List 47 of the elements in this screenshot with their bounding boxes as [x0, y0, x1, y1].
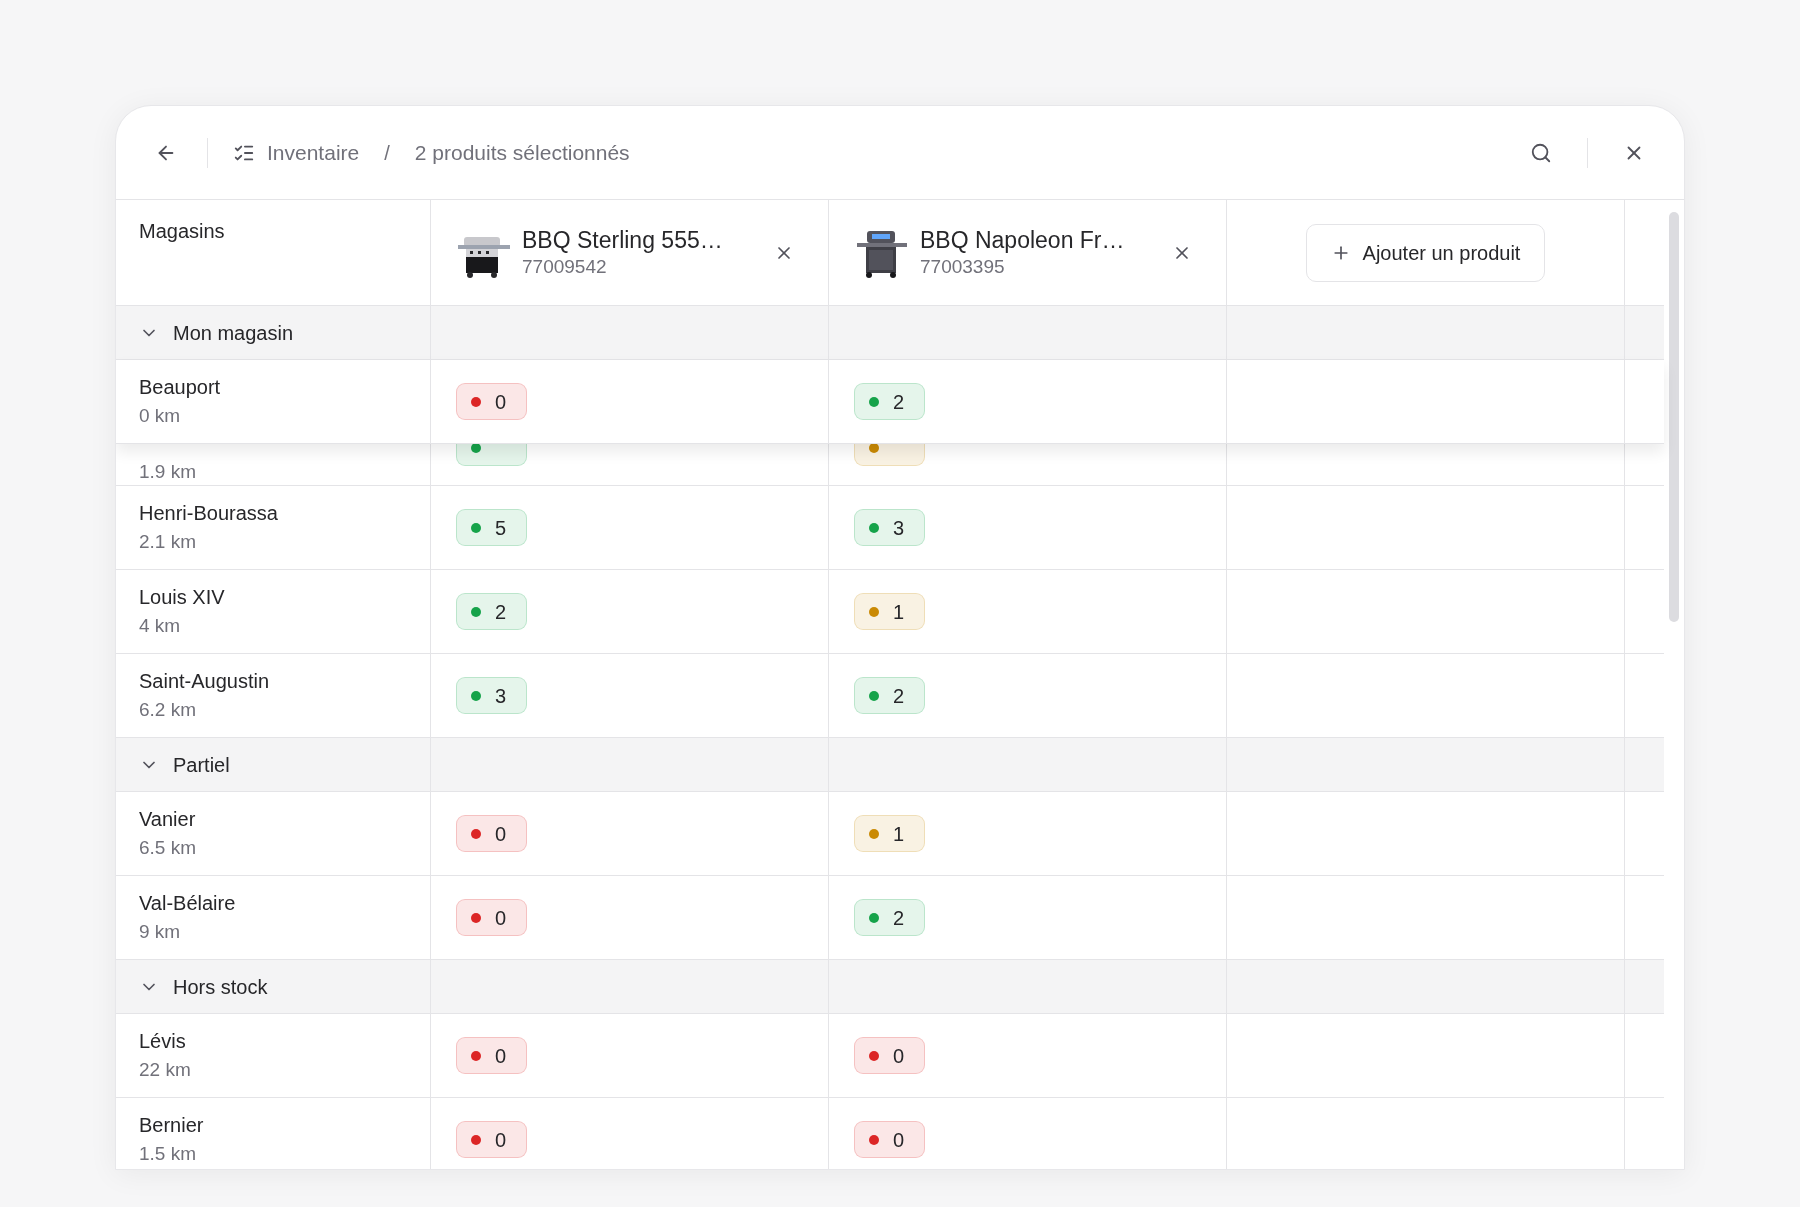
column-header: Magasins — [139, 220, 225, 242]
product-name: BBQ Sterling 555… — [522, 226, 724, 255]
store-distance: 22 km — [139, 1058, 192, 1082]
add-product-button[interactable]: Ajouter un produit — [1305, 223, 1546, 282]
stock-count: 0 — [495, 821, 507, 847]
stock-count: 0 — [495, 1043, 507, 1069]
store-name: Louis XIV — [139, 585, 226, 611]
store-distance: 1.9 km — [139, 462, 197, 481]
store-name: Val-Bélaire — [139, 891, 237, 917]
search-icon — [1530, 141, 1552, 164]
stock-count: 3 — [495, 683, 507, 709]
store-distance: 9 km — [139, 920, 182, 944]
store-name: Lévis — [139, 1029, 187, 1055]
stock-count: 2 — [893, 905, 905, 931]
store-name: Vanier — [139, 807, 197, 833]
store-distance: 0 km — [139, 404, 182, 428]
breadcrumb-item: 2 produits sélectionnés — [414, 139, 630, 166]
breadcrumb-separator: / — [384, 140, 390, 166]
store-name: Beauport — [139, 375, 222, 401]
product-name: BBQ Napoleon Fr… — [920, 226, 1126, 255]
store-distance: 4 km — [139, 614, 182, 638]
stock-count: 0 — [893, 1127, 905, 1153]
stock-count: 2 — [495, 599, 507, 625]
stock-count: 0 — [495, 389, 507, 415]
store-name: Bernier — [139, 1113, 205, 1139]
group-label: Partiel — [173, 752, 230, 778]
scrollbar[interactable] — [1669, 212, 1679, 622]
stock-count: 5 — [495, 515, 507, 541]
product-sku: 77009542 — [522, 255, 608, 279]
stock-count: 0 — [893, 1043, 905, 1069]
stock-count: 2 — [893, 683, 905, 709]
breadcrumb-item[interactable]: Inventaire — [267, 136, 360, 169]
stock-count: 3 — [893, 515, 905, 541]
stock-count: 1 — [893, 821, 905, 847]
group-label: Hors stock — [173, 974, 268, 1000]
store-name: Saint-Augustin — [139, 669, 271, 695]
store-distance: 1.5 km — [139, 1142, 198, 1166]
group-label: Mon magasin — [173, 320, 294, 346]
store-distance: 2.1 km — [139, 530, 198, 554]
store-distance: 6.2 km — [139, 698, 198, 722]
store-name: Henri-Bourassa — [139, 501, 279, 527]
stock-count: 0 — [495, 1127, 507, 1153]
stock-count: 0 — [495, 905, 507, 931]
product-sku: 77003395 — [920, 255, 1006, 279]
stock-count: 1 — [893, 599, 905, 625]
stock-count: 2 — [893, 389, 905, 415]
store-distance: 6.5 km — [139, 836, 198, 860]
